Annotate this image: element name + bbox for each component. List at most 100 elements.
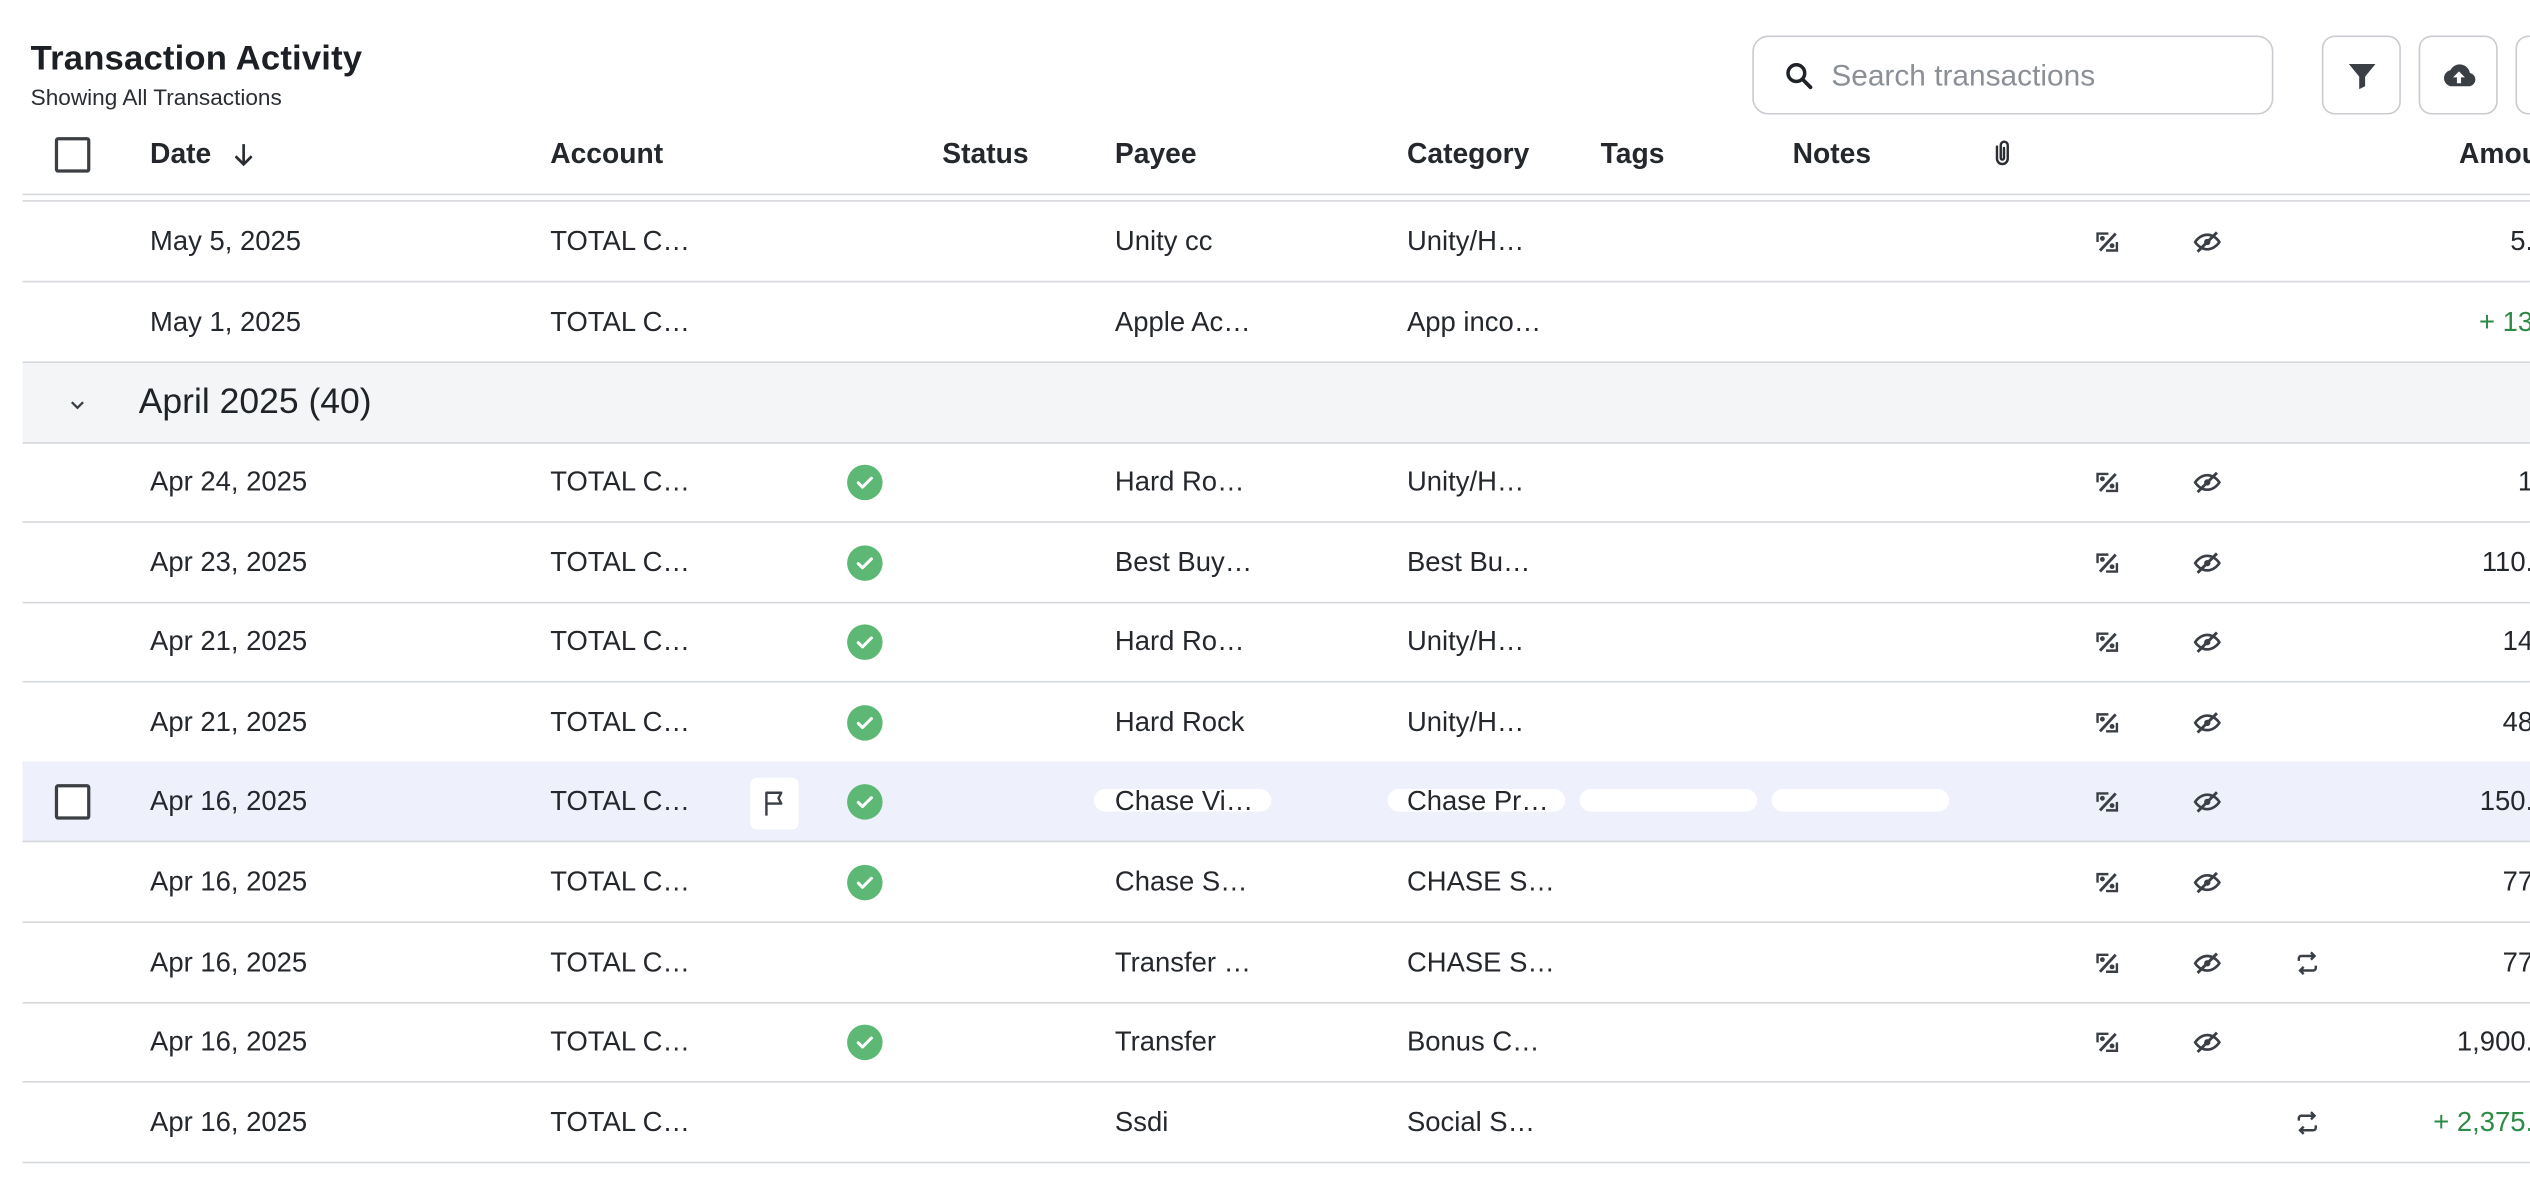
column-notes[interactable]: Notes xyxy=(1793,137,1871,171)
transaction-category[interactable]: Chase Pr… xyxy=(1407,786,1549,818)
table-row[interactable]: Apr 21, 2025 TOTAL C… Hard Ro… Unity/H… 14 xyxy=(22,602,2530,683)
transaction-payee[interactable]: Chase S… xyxy=(1115,866,1248,898)
transaction-amount[interactable]: + 2,375. xyxy=(2433,1107,2530,1139)
transaction-payee[interactable]: Ssdi xyxy=(1115,1107,1168,1139)
transaction-amount[interactable]: 1,900. xyxy=(2457,1026,2530,1058)
tags-pill[interactable] xyxy=(1579,789,1758,813)
column-status[interactable]: Status xyxy=(942,137,1028,171)
filter-button[interactable] xyxy=(2321,35,2401,115)
split-transaction-icon[interactable] xyxy=(2093,708,2122,737)
transaction-amount[interactable]: 77 xyxy=(2503,946,2530,978)
column-attachment[interactable] xyxy=(1986,136,2018,171)
status-reviewed-icon[interactable] xyxy=(847,624,883,661)
transaction-payee[interactable]: Hard Ro… xyxy=(1115,466,1245,498)
hide-transaction-icon[interactable] xyxy=(2193,788,2222,817)
transaction-category[interactable]: Unity/H… xyxy=(1407,466,1524,498)
transaction-amount[interactable]: 77 xyxy=(2503,866,2530,898)
recurring-icon[interactable] xyxy=(2293,1108,2322,1137)
hide-transaction-icon[interactable] xyxy=(2193,1028,2222,1057)
table-row[interactable]: Apr 24, 2025 TOTAL C… Hard Ro… Unity/H… 1 xyxy=(22,442,2530,523)
transaction-account[interactable]: TOTAL C… xyxy=(550,946,690,978)
upload-button[interactable] xyxy=(2418,35,2498,115)
transaction-account[interactable]: TOTAL C… xyxy=(550,546,690,578)
transaction-account[interactable]: TOTAL C… xyxy=(550,226,690,258)
hide-transaction-icon[interactable] xyxy=(2193,628,2222,657)
transaction-amount[interactable]: 14 xyxy=(2503,626,2530,658)
column-amount[interactable]: Amou xyxy=(2459,137,2530,171)
column-account[interactable]: Account xyxy=(550,137,663,171)
status-reviewed-icon[interactable] xyxy=(847,784,883,821)
transaction-payee[interactable]: Best Buy… xyxy=(1115,546,1252,578)
transaction-account[interactable]: TOTAL C… xyxy=(550,706,690,738)
table-row[interactable]: Apr 23, 2025 TOTAL C… Best Buy… Best Bu… 110… xyxy=(22,522,2530,603)
select-all-checkbox[interactable] xyxy=(54,137,91,173)
split-transaction-icon[interactable] xyxy=(2093,868,2122,897)
month-group-header[interactable]: April 2025 (40) xyxy=(22,362,2530,443)
transaction-category[interactable]: Unity/H… xyxy=(1407,706,1524,738)
transaction-payee[interactable]: Apple Ac… xyxy=(1115,306,1251,338)
split-transaction-icon[interactable] xyxy=(2093,788,2122,817)
chevron-down-icon[interactable] xyxy=(66,393,89,416)
split-transaction-icon[interactable] xyxy=(2093,548,2122,577)
recurring-icon[interactable] xyxy=(2293,948,2322,977)
row-checkbox[interactable] xyxy=(54,784,91,821)
transaction-amount[interactable]: 110. xyxy=(2482,546,2530,578)
split-transaction-icon[interactable] xyxy=(2093,1028,2122,1057)
transaction-amount[interactable]: 5. xyxy=(2510,226,2530,258)
hide-transaction-icon[interactable] xyxy=(2193,708,2222,737)
transaction-account[interactable]: TOTAL C… xyxy=(550,866,690,898)
transaction-category[interactable]: Unity/H… xyxy=(1407,626,1524,658)
status-reviewed-icon[interactable] xyxy=(847,544,883,581)
more-button[interactable] xyxy=(2515,35,2530,115)
table-row[interactable]: May 1, 2025 TOTAL C… Apple Ac… App inco… + 1… xyxy=(22,282,2530,363)
transaction-account[interactable]: TOTAL C… xyxy=(550,626,690,658)
transaction-payee[interactable]: Hard Rock xyxy=(1115,706,1245,738)
status-reviewed-icon[interactable] xyxy=(847,704,883,741)
hide-transaction-icon[interactable] xyxy=(2193,868,2222,897)
status-reviewed-icon[interactable] xyxy=(847,864,883,901)
transaction-payee[interactable]: Transfer xyxy=(1115,1026,1216,1058)
notes-pill[interactable] xyxy=(1771,789,1950,813)
split-transaction-icon[interactable] xyxy=(2093,948,2122,977)
table-row[interactable]: Apr 16, 2025 TOTAL C… Chase S… CHASE S… 77 xyxy=(22,842,2530,923)
flag-button[interactable] xyxy=(750,778,799,830)
transaction-category[interactable]: Social S… xyxy=(1407,1107,1535,1139)
transaction-amount[interactable]: 150. xyxy=(2480,786,2530,818)
table-row[interactable]: May 5, 2025 TOTAL C… Unity cc Unity/H… 5. xyxy=(22,202,2530,283)
column-tags[interactable]: Tags xyxy=(1601,137,1665,171)
transaction-account[interactable]: TOTAL C… xyxy=(550,786,690,818)
hide-transaction-icon[interactable] xyxy=(2193,948,2222,977)
transaction-account[interactable]: TOTAL C… xyxy=(550,306,690,338)
transaction-category[interactable]: CHASE S… xyxy=(1407,866,1555,898)
table-row[interactable]: Apr 16, 2025 TOTAL C… Transfer Bonus C… 1,90… xyxy=(22,1002,2530,1083)
transaction-account[interactable]: TOTAL C… xyxy=(550,466,690,498)
table-row[interactable]: Apr 16, 2025 TOTAL C… Transfer … CHASE S… 77 xyxy=(22,922,2530,1003)
transaction-category[interactable]: Unity/H… xyxy=(1407,226,1524,258)
table-row[interactable]: Apr 16, 2025 TOTAL C… Ssdi Social S… + 2,375… xyxy=(22,1082,2530,1164)
column-payee[interactable]: Payee xyxy=(1115,137,1197,171)
status-reviewed-icon[interactable] xyxy=(847,1024,883,1061)
transaction-payee[interactable]: Chase Vi… xyxy=(1115,786,1253,818)
transaction-account[interactable]: TOTAL C… xyxy=(550,1026,690,1058)
split-transaction-icon[interactable] xyxy=(2093,628,2122,657)
column-date[interactable]: Date xyxy=(150,137,260,171)
transaction-amount[interactable]: + 13 xyxy=(2479,306,2530,338)
transaction-payee[interactable]: Hard Ro… xyxy=(1115,626,1245,658)
search-box[interactable] xyxy=(1752,35,2274,115)
transaction-category[interactable]: App inco… xyxy=(1407,306,1541,338)
split-transaction-icon[interactable] xyxy=(2093,228,2122,257)
transaction-account[interactable]: TOTAL C… xyxy=(550,1107,690,1139)
hide-transaction-icon[interactable] xyxy=(2193,468,2222,497)
split-transaction-icon[interactable] xyxy=(2093,468,2122,497)
status-reviewed-icon[interactable] xyxy=(847,464,883,501)
transaction-category[interactable]: Bonus C… xyxy=(1407,1026,1540,1058)
table-row[interactable]: Apr 16, 2025 TOTAL C… Chase Vi… Chase Pr… 15… xyxy=(22,762,2530,843)
transaction-category[interactable]: CHASE S… xyxy=(1407,946,1555,978)
transaction-category[interactable]: Best Bu… xyxy=(1407,546,1531,578)
transaction-payee[interactable]: Unity cc xyxy=(1115,226,1213,258)
transaction-payee[interactable]: Transfer … xyxy=(1115,946,1251,978)
column-category[interactable]: Category xyxy=(1407,137,1529,171)
transaction-amount[interactable]: 1 xyxy=(2518,466,2530,498)
hide-transaction-icon[interactable] xyxy=(2193,228,2222,257)
transaction-amount[interactable]: 48 xyxy=(2503,706,2530,738)
